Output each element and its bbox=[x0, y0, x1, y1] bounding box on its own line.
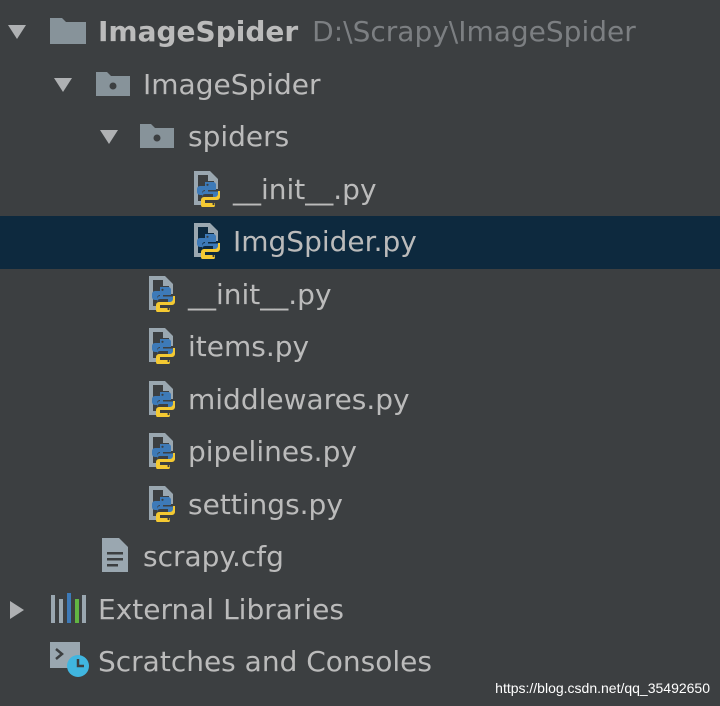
tree-row-spiders[interactable]: spiders bbox=[0, 111, 720, 164]
package-label: ImageSpider bbox=[143, 67, 321, 101]
triangle-right-icon[interactable] bbox=[6, 599, 28, 621]
tree-row-settings[interactable]: settings.py bbox=[0, 479, 720, 532]
file-label: pipelines.py bbox=[188, 435, 357, 469]
file-label: scrapy.cfg bbox=[143, 540, 284, 574]
root-name: ImageSpider bbox=[98, 15, 299, 49]
file-label: ImgSpider.py bbox=[233, 225, 417, 259]
scratches-console-icon bbox=[50, 640, 92, 684]
tree-row-external-libraries[interactable]: External Libraries bbox=[0, 584, 720, 637]
tree-row-middlewares[interactable]: middlewares.py bbox=[0, 374, 720, 427]
package-folder-icon bbox=[96, 70, 130, 100]
python-file-icon bbox=[190, 221, 226, 263]
python-file-icon bbox=[145, 326, 181, 368]
file-label: __init__.py bbox=[188, 277, 332, 311]
triangle-down-icon[interactable] bbox=[6, 21, 28, 43]
python-file-icon bbox=[145, 379, 181, 421]
libraries-icon bbox=[50, 592, 86, 627]
tree-row-items[interactable]: items.py bbox=[0, 321, 720, 374]
root-label: ImageSpider D:\Scrapy\ImageSpider bbox=[98, 18, 636, 46]
python-file-icon bbox=[145, 274, 181, 316]
python-file-icon bbox=[190, 169, 226, 211]
file-label: __init__.py bbox=[233, 172, 377, 206]
package-folder-icon bbox=[140, 122, 174, 152]
external-libraries-label: External Libraries bbox=[98, 592, 344, 626]
project-tree: ImageSpider D:\Scrapy\ImageSpider ImageSp… bbox=[0, 6, 720, 689]
triangle-down-icon[interactable] bbox=[98, 126, 120, 148]
tree-row-root[interactable]: ImageSpider D:\Scrapy\ImageSpider bbox=[0, 6, 720, 59]
tree-row-pipelines[interactable]: pipelines.py bbox=[0, 426, 720, 479]
tree-row-init[interactable]: __init__.py bbox=[0, 269, 720, 322]
file-label: settings.py bbox=[188, 487, 343, 521]
file-label: middlewares.py bbox=[188, 382, 410, 416]
tree-row-spiders-init[interactable]: __init__.py bbox=[0, 164, 720, 217]
watermark: https://blog.csdn.net/qq_35492650 bbox=[495, 680, 710, 696]
triangle-down-icon[interactable] bbox=[52, 74, 74, 96]
scratches-label: Scratches and Consoles bbox=[98, 645, 432, 679]
python-file-icon bbox=[145, 484, 181, 526]
root-path: D:\Scrapy\ImageSpider bbox=[312, 15, 636, 49]
folder-icon bbox=[50, 16, 86, 48]
tree-row-scrapy-cfg[interactable]: scrapy.cfg bbox=[0, 531, 720, 584]
text-file-icon bbox=[102, 538, 128, 576]
tree-row-imgspider[interactable]: ImgSpider.py bbox=[0, 216, 720, 269]
python-file-icon bbox=[145, 431, 181, 473]
file-label: items.py bbox=[188, 330, 310, 364]
spiders-folder-label: spiders bbox=[188, 120, 290, 154]
tree-row-package[interactable]: ImageSpider bbox=[0, 59, 720, 112]
